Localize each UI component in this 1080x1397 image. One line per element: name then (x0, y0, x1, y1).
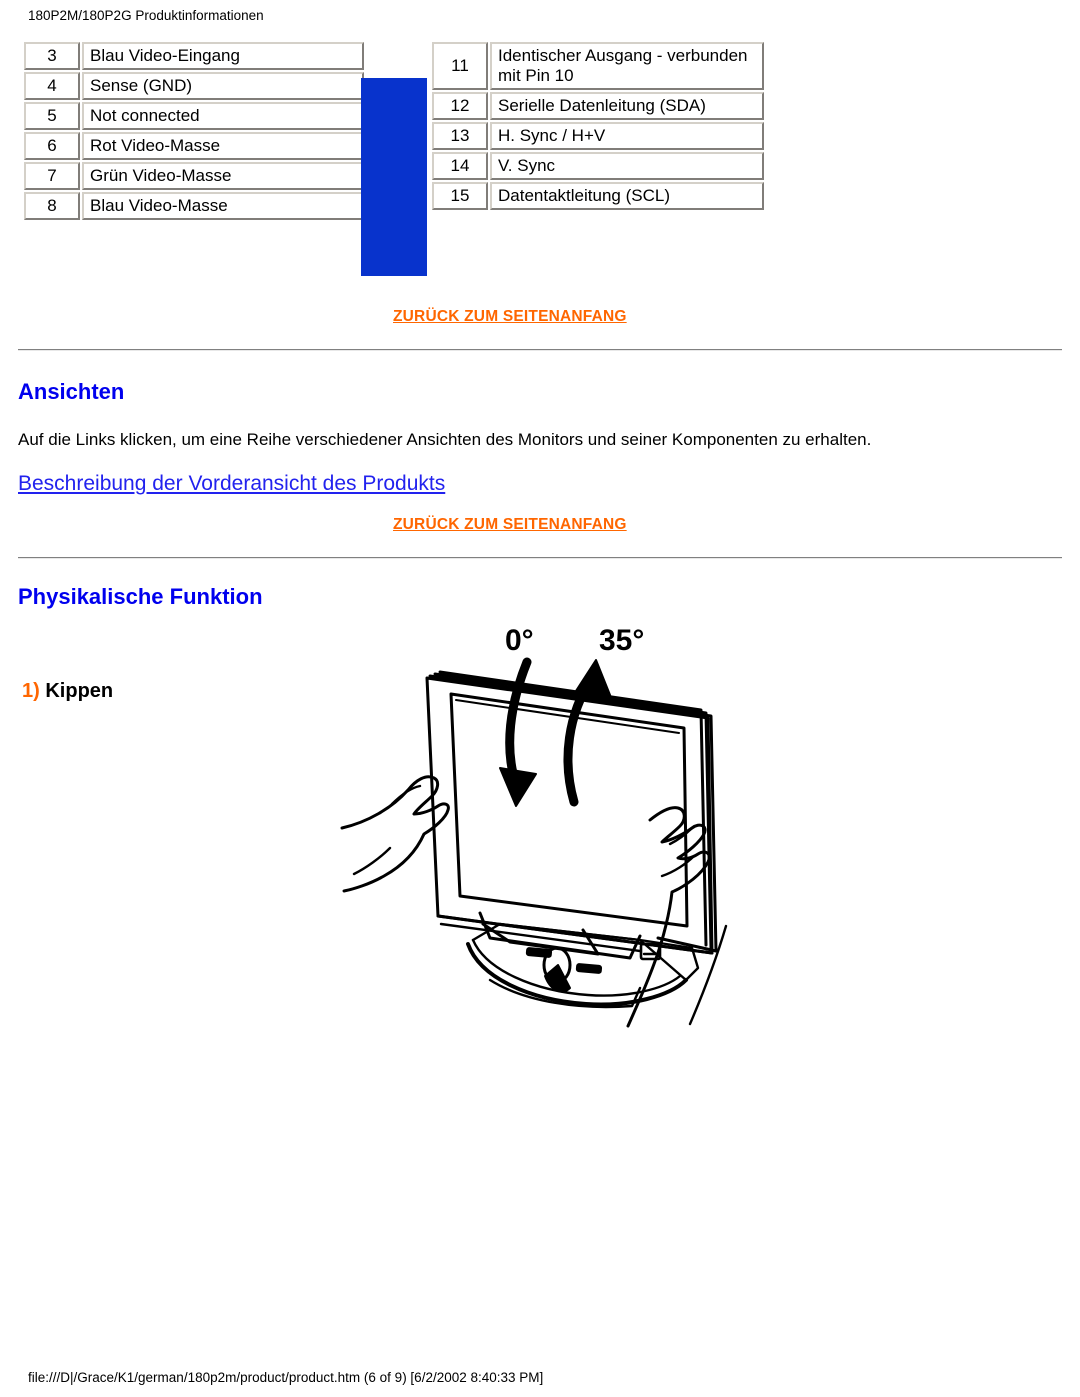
pin-description: Sense (GND) (82, 72, 364, 101)
section-heading-views: Ansichten (18, 379, 125, 404)
pin-number: 11 (432, 42, 488, 91)
page-title: 180P2M/180P2G Produktinformationen (28, 8, 264, 23)
table-row: 13 H. Sync / H+V (432, 122, 764, 151)
table-row: 5 Not connected (24, 102, 364, 131)
section-heading-physical: Physikalische Funktion (18, 584, 263, 609)
physical-item-number: 1) (22, 680, 40, 702)
pin-number: 5 (24, 102, 80, 131)
pin-description: V. Sync (490, 152, 764, 181)
pin-number: 7 (24, 162, 80, 191)
pin-assignment-tables: 3 Blau Video-Eingang 4 Sense (GND) 5 Not… (0, 40, 1080, 276)
table-row: 8 Blau Video-Masse (24, 192, 364, 221)
table-row: 7 Grün Video-Masse (24, 162, 364, 191)
back-to-top-link-1[interactable]: ZURÜCK ZUM SEITENANFANG (393, 308, 627, 326)
table-row: 6 Rot Video-Masse (24, 132, 364, 161)
monitor-tilt-diagram: 0° 35° (340, 608, 750, 1038)
table-row: 4 Sense (GND) (24, 72, 364, 101)
pin-description: Blau Video-Eingang (82, 42, 364, 71)
footer-file-path: file:///D|/Grace/K1/german/180p2m/produc… (28, 1370, 544, 1385)
table-row: 11 Identischer Ausgang - verbunden mit P… (432, 42, 764, 91)
pin-table-left: 3 Blau Video-Eingang 4 Sense (GND) 5 Not… (22, 40, 366, 222)
table-row: 14 V. Sync (432, 152, 764, 181)
pin-description: Not connected (82, 102, 364, 131)
pin-number: 15 (432, 182, 488, 211)
pin-description: Identischer Ausgang - verbunden mit Pin … (490, 42, 764, 91)
pin-description: Datentaktleitung (SCL) (490, 182, 764, 211)
divider-2 (18, 557, 1062, 559)
pin-number: 14 (432, 152, 488, 181)
table-row: 3 Blau Video-Eingang (24, 42, 364, 71)
front-view-link[interactable]: Beschreibung der Vorderansicht des Produ… (18, 472, 445, 496)
table-row: 12 Serielle Datenleitung (SDA) (432, 92, 764, 121)
pin-description: Grün Video-Masse (82, 162, 364, 191)
pin-number: 13 (432, 122, 488, 151)
pin-description: Blau Video-Masse (82, 192, 364, 221)
angle-label-min: 0° (505, 624, 534, 657)
back-to-top-link-2[interactable]: ZURÜCK ZUM SEITENANFANG (393, 516, 627, 534)
angle-label-max: 35° (599, 624, 644, 657)
physical-item-label: Kippen (45, 680, 114, 702)
pin-table-right: 11 Identischer Ausgang - verbunden mit P… (430, 40, 766, 212)
pin-number: 6 (24, 132, 80, 161)
divider-1 (18, 349, 1062, 351)
blue-accent-block (361, 78, 427, 276)
views-description: Auf die Links klicken, um eine Reihe ver… (18, 430, 872, 449)
pin-description: H. Sync / H+V (490, 122, 764, 151)
physical-item-1: 1) Kippen (22, 680, 113, 703)
table-row: 15 Datentaktleitung (SCL) (432, 182, 764, 211)
pin-description: Serielle Datenleitung (SDA) (490, 92, 764, 121)
pin-number: 12 (432, 92, 488, 121)
pin-number: 8 (24, 192, 80, 221)
pin-number: 3 (24, 42, 80, 71)
pin-description: Rot Video-Masse (82, 132, 364, 161)
monitor-tilt-illustration-svg: 0° 35° (340, 624, 728, 1028)
pin-number: 4 (24, 72, 80, 101)
